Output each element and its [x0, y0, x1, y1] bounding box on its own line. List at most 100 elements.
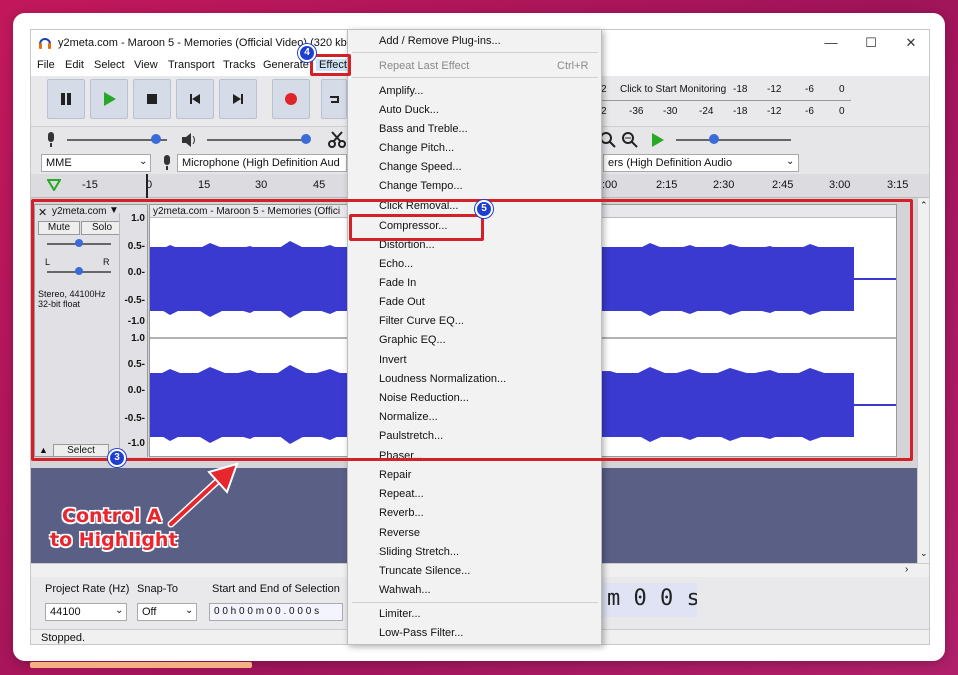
step-badge-4: 4	[298, 44, 316, 62]
menu-transport[interactable]: Transport	[168, 59, 215, 71]
meter-tick: -30	[663, 106, 678, 117]
meter-tick: -12	[767, 84, 782, 95]
chevron-down-icon: ⌄	[786, 156, 795, 167]
skip-end-icon	[233, 94, 243, 104]
menu-item-repeat[interactable]: Repeat...	[379, 488, 424, 500]
menu-item-limiter[interactable]: Limiter...	[379, 608, 421, 620]
playback-volume-slider[interactable]	[207, 139, 307, 141]
record-icon	[285, 93, 297, 105]
repeat-shortcut: Ctrl+R	[557, 60, 589, 72]
level-meters[interactable]: 2 Click to Start Monitoring -18 -12 -6 0…	[601, 80, 901, 122]
skip-start-button[interactable]	[176, 79, 214, 119]
scroll-up-icon[interactable]: ⌃	[920, 200, 928, 211]
scissors-icon[interactable]	[328, 131, 346, 149]
meter-tick: 0	[839, 106, 845, 117]
menu-view[interactable]: View	[134, 59, 158, 71]
menu-item-change-pitch[interactable]: Change Pitch...	[379, 142, 454, 154]
menu-item-wahwah[interactable]: Wahwah...	[379, 584, 431, 596]
meter-tick: 0	[839, 84, 845, 95]
menu-item-bass-treble[interactable]: Bass and Treble...	[379, 123, 468, 135]
menu-item-low-pass-filter[interactable]: Low-Pass Filter...	[379, 627, 463, 639]
selection-label: Start and End of Selection	[212, 583, 340, 595]
menu-item-reverse[interactable]: Reverse	[379, 527, 420, 539]
pause-button[interactable]	[47, 79, 85, 119]
step-badge-5: 5	[475, 200, 493, 218]
ruler-tick: 30	[255, 179, 268, 191]
headphones-icon	[39, 38, 51, 49]
meter-tick: -12	[767, 106, 782, 117]
stop-button[interactable]	[133, 79, 171, 119]
scroll-down-icon[interactable]: ⌄	[920, 548, 928, 559]
play-speed-thumb[interactable]	[709, 134, 719, 144]
play-button[interactable]	[90, 79, 128, 119]
microphone-icon	[164, 155, 170, 170]
menu-edit[interactable]: Edit	[65, 59, 84, 71]
pause-icon	[61, 93, 71, 105]
menu-item-auto-duck[interactable]: Auto Duck...	[379, 104, 439, 116]
pin-head-icon[interactable]	[47, 179, 61, 191]
callout-line-1: Control A	[62, 505, 162, 527]
menu-tracks[interactable]: Tracks	[223, 59, 256, 71]
menu-item-repair[interactable]: Repair	[379, 469, 411, 481]
record-button[interactable]	[272, 79, 310, 119]
menu-item-amplify[interactable]: Amplify...	[379, 85, 423, 97]
meter-tick: -24	[699, 106, 714, 117]
chevron-down-icon: ⌄	[185, 605, 194, 616]
speaker-icon	[182, 133, 195, 147]
scroll-right-icon[interactable]: ›	[905, 564, 908, 575]
chevron-down-icon: ⌄	[115, 605, 124, 616]
callout-line-2: to Highlight	[50, 529, 178, 551]
close-button[interactable]: ✕	[901, 34, 921, 52]
stop-icon	[147, 94, 157, 104]
menu-item-truncate-silence[interactable]: Truncate Silence...	[379, 565, 470, 577]
record-volume-thumb[interactable]	[151, 134, 161, 144]
ruler-tick: 2:45	[772, 179, 794, 191]
chevron-down-icon: ⌄	[139, 156, 148, 167]
loop-icon	[330, 96, 339, 103]
ruler-zero-mark	[146, 174, 148, 198]
maximize-button[interactable]: ☐	[861, 34, 881, 52]
ruler-tick: 3:00	[829, 179, 851, 191]
play-speed-slider[interactable]	[676, 139, 791, 141]
window-title: y2meta.com - Maroon 5 - Memories (Offici…	[58, 37, 363, 49]
selection-start-time[interactable]: 0 0 h 0 0 m 0 0 . 0 0 0 s	[209, 603, 343, 621]
step-badge-3: 3	[108, 449, 126, 467]
effect-menu-highlight	[310, 54, 351, 76]
ruler-tick: -15	[82, 179, 98, 191]
recording-device-select[interactable]: Microphone (High Definition Aud	[177, 154, 347, 172]
meter-tick: -6	[805, 106, 814, 117]
menu-select[interactable]: Select	[94, 59, 125, 71]
meter-tick: -36	[629, 106, 644, 117]
menu-item-reverb[interactable]: Reverb...	[379, 507, 424, 519]
menu-item-change-speed[interactable]: Change Speed...	[379, 161, 462, 173]
snap-to-label: Snap-To	[137, 583, 178, 595]
audio-host-select[interactable]: MME	[41, 154, 151, 172]
audio-position-display[interactable]: m 0 0 s	[603, 583, 697, 617]
record-meter[interactable]: 2 Click to Start Monitoring -18 -12 -6 0	[601, 80, 901, 100]
playback-meter[interactable]: 2 -36 -30 -24 -18 -12 -6 0	[601, 102, 901, 122]
menu-separator	[352, 52, 598, 53]
zoom-toggle-icon[interactable]	[621, 131, 639, 149]
compressor-highlight	[349, 214, 484, 241]
play-icon	[104, 92, 116, 106]
menu-item-sliding-stretch[interactable]: Sliding Stretch...	[379, 546, 459, 558]
microphone-icon	[48, 132, 54, 147]
menu-item-change-tempo[interactable]: Change Tempo...	[379, 180, 463, 192]
ruler-tick: 45	[313, 179, 326, 191]
skip-end-button[interactable]	[219, 79, 257, 119]
minimize-button[interactable]: —	[821, 34, 841, 52]
playback-volume-thumb[interactable]	[301, 134, 311, 144]
play-at-speed-icon[interactable]	[651, 132, 665, 148]
playback-device-select[interactable]: ers (High Definition Audio	[603, 154, 799, 172]
meter-tick: -18	[733, 106, 748, 117]
loop-button[interactable]	[321, 79, 347, 119]
menu-file[interactable]: File	[37, 59, 55, 71]
menu-item-repeat-last-effect: Repeat Last Effect	[379, 60, 470, 72]
ruler-tick: :00	[602, 179, 618, 191]
menu-separator	[352, 602, 598, 603]
meter-tick: -6	[805, 84, 814, 95]
monitoring-label[interactable]: Click to Start Monitoring	[620, 84, 726, 95]
ruler-tick: 3:15	[887, 179, 909, 191]
vertical-scrollbar[interactable]: ⌃ ⌄	[917, 198, 929, 563]
menu-item-add-remove-plugins[interactable]: Add / Remove Plug-ins...	[379, 35, 501, 47]
